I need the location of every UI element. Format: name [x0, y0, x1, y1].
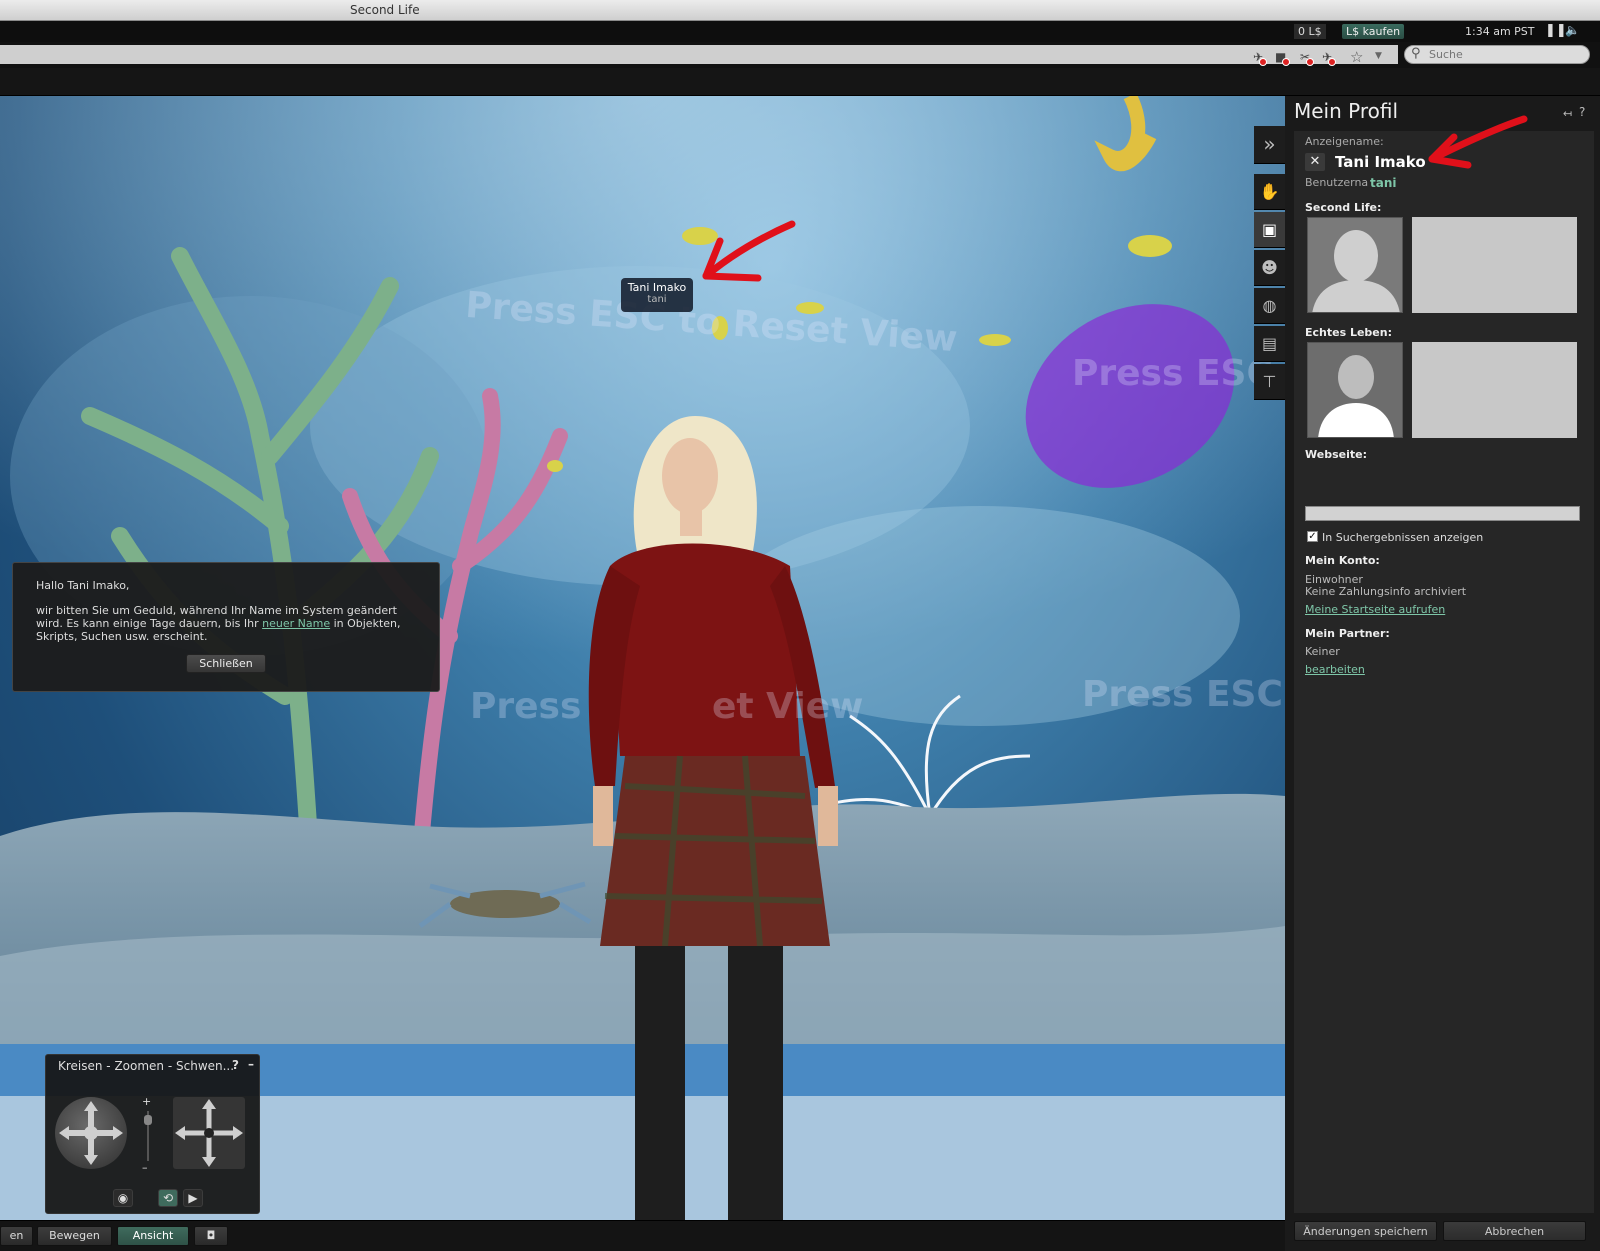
edit-partner-link[interactable]: bearbeiten — [1305, 663, 1365, 676]
view-button[interactable]: Ansicht — [117, 1226, 189, 1246]
search-icon: ⚲ — [1411, 46, 1421, 61]
orbit-joystick[interactable] — [55, 1097, 127, 1169]
display-name: Tani Imako — [1335, 153, 1426, 171]
speak-button-partial[interactable]: en — [0, 1226, 33, 1246]
name-change-notice: Hallo Tani Imako, wir bitten Sie um Gedu… — [12, 562, 440, 692]
bottom-toolbar: en Bewegen Ansicht ◘ — [0, 1220, 1285, 1251]
notice-greeting: Hallo Tani Imako, — [36, 579, 130, 592]
search-input[interactable] — [1429, 47, 1579, 62]
pan-control[interactable] — [173, 1097, 245, 1169]
home-page-link[interactable]: Meine Startseite aufrufen — [1305, 603, 1445, 616]
profile-card-icon[interactable]: ▣ — [1254, 212, 1285, 248]
no-scripts-icon[interactable]: ✂ — [1300, 50, 1315, 66]
collapse-sidebar-icon[interactable]: » — [1254, 126, 1285, 164]
real-life-about-field[interactable] — [1412, 342, 1577, 438]
partner-heading: Mein Partner: — [1305, 627, 1390, 640]
reset-view-watermark-fragment: Press ESC t — [1082, 674, 1285, 715]
cancel-button[interactable]: Abbrechen — [1443, 1221, 1586, 1241]
notice-body: wir bitten Sie um Geduld, während Ihr Na… — [36, 604, 426, 643]
video-camera-icon[interactable]: ▶ — [183, 1189, 203, 1207]
username-label: Benutzerna — [1305, 176, 1369, 189]
clock: 1:34 am PST — [1465, 25, 1535, 38]
minimize-icon[interactable]: – — [248, 1057, 254, 1071]
account-heading: Mein Konto: — [1305, 554, 1380, 567]
buy-lindens-button[interactable]: L$ kaufen — [1342, 24, 1405, 39]
search-box[interactable]: ⚲ — [1404, 45, 1590, 64]
chevron-down-icon[interactable]: ▼ — [1375, 51, 1382, 61]
zoom-handle[interactable] — [144, 1115, 152, 1125]
second-life-picture[interactable] — [1307, 217, 1403, 313]
help-icon[interactable]: ? — [1579, 105, 1585, 119]
camera-title: Kreisen - Zoomen - Schwen... — [58, 1059, 235, 1073]
orbit-arrows-icon — [59, 1101, 123, 1165]
show-in-search-label: In Suchergebnissen anzeigen — [1322, 531, 1484, 544]
default-avatar-icon — [1308, 218, 1402, 312]
orbit-mode-icon[interactable]: ⟲ — [158, 1189, 178, 1207]
edit-tools-icon[interactable]: ✕ — [1305, 153, 1325, 171]
location-field[interactable]: ✈ ■ ✂ ✈ ☆ ▼ — [0, 45, 1398, 66]
save-changes-button[interactable]: Änderungen speichern — [1294, 1221, 1437, 1241]
favorites-bar — [0, 68, 1600, 96]
appearance-icon[interactable]: ⊤ — [1254, 364, 1285, 400]
annotation-arrow — [702, 220, 796, 282]
camera-icon[interactable]: ◘ — [194, 1226, 228, 1246]
panel-title: Mein Profil — [1294, 99, 1399, 123]
partner-value: Keiner — [1305, 645, 1340, 658]
inventory-icon[interactable]: ▤ — [1254, 326, 1285, 362]
status-bar: 0 L$ L$ kaufen 1:34 am PST ❚❚ 🔈 — [0, 21, 1600, 42]
no-build-icon[interactable]: ■ — [1275, 50, 1291, 66]
no-fly-icon[interactable]: ✈ — [1322, 50, 1337, 66]
nametag-username: tani — [647, 294, 667, 305]
window-title-bar: Second Life — [0, 0, 1600, 21]
eye-icon[interactable]: ◉ — [113, 1189, 133, 1207]
zoom-slider[interactable]: + – — [142, 1095, 152, 1174]
balance-display[interactable]: 0 L$ — [1294, 24, 1326, 39]
sidebar-tabs: » ✋ ▣ ☻ ◍ ▤ ⊤ — [1254, 126, 1285, 406]
real-life-picture[interactable] — [1307, 342, 1403, 438]
default-person-icon — [1308, 343, 1402, 437]
volume-icon[interactable]: 🔈 — [1565, 23, 1580, 37]
display-name-label: Anzeigename: — [1305, 135, 1384, 148]
new-name-link[interactable]: neuer Name — [262, 617, 330, 630]
profile-panel: Mein Profil ↤ ? Anzeigename: ✕ Tani Imak… — [1285, 96, 1600, 1251]
move-button[interactable]: Bewegen — [37, 1226, 112, 1246]
avatar-name-tag[interactable]: Tani Imako tani — [621, 278, 693, 312]
username: tani — [1370, 176, 1397, 190]
payment-info: Keine Zahlungsinfo archiviert — [1305, 585, 1467, 598]
hand-icon[interactable]: ✋ — [1254, 174, 1285, 210]
website-field[interactable] — [1305, 506, 1580, 521]
reset-view-watermark-fragment: et View — [712, 686, 864, 727]
real-life-heading: Echtes Leben: — [1305, 326, 1392, 339]
second-life-about-field[interactable] — [1412, 217, 1577, 313]
profile-body: Anzeigename: ✕ Tani Imako Benutzerna tan… — [1294, 115, 1594, 1213]
zoom-plus[interactable]: + — [142, 1095, 151, 1108]
no-voice-icon[interactable]: ✈ — [1253, 50, 1268, 66]
help-icon[interactable]: ? — [232, 1058, 239, 1072]
reset-view-watermark-fragment: Press — [470, 686, 582, 727]
camera-controls-floater: Kreisen - Zoomen - Schwen... ? – + – ◉ ⟲… — [45, 1054, 260, 1214]
second-life-heading: Second Life: — [1305, 201, 1382, 214]
close-button[interactable]: Schließen — [186, 654, 266, 673]
reset-view-watermark-fragment: Press ESC — [1072, 353, 1273, 394]
undock-icon[interactable]: ↤ — [1563, 107, 1572, 120]
favorite-star-icon[interactable]: ☆ — [1350, 48, 1363, 66]
zoom-minus[interactable]: – — [142, 1161, 148, 1174]
nametag-display-name: Tani Imako — [627, 281, 687, 294]
annotation-arrow — [1428, 115, 1528, 169]
navigation-bar: ✈ ■ ✂ ✈ ☆ ▼ ⚲ — [0, 42, 1600, 68]
show-in-search-checkbox[interactable]: ✓ — [1307, 531, 1318, 542]
pause-icon[interactable]: ❚❚ — [1545, 23, 1567, 38]
website-heading: Webseite: — [1305, 448, 1367, 461]
window-title: Second Life — [350, 3, 420, 17]
pan-arrows-icon — [175, 1099, 243, 1167]
people-icon[interactable]: ☻ — [1254, 250, 1285, 286]
places-icon[interactable]: ◍ — [1254, 288, 1285, 324]
